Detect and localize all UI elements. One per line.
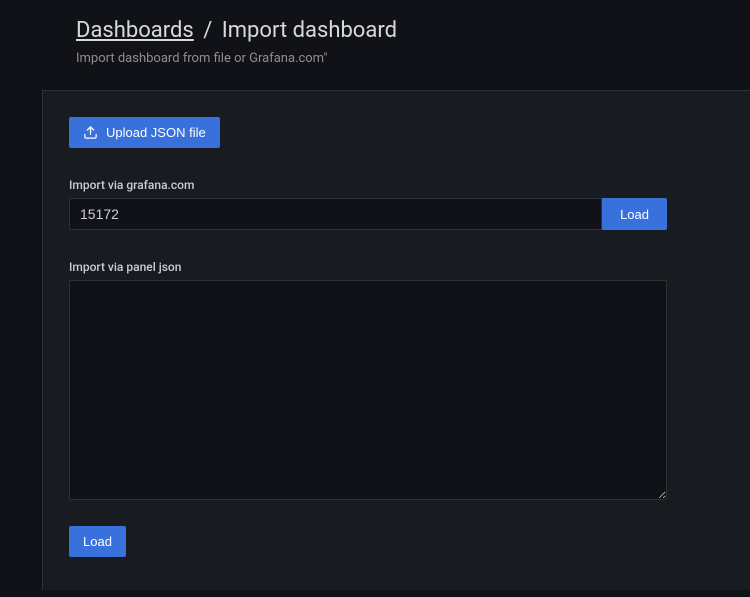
- breadcrumb-current: Import dashboard: [222, 18, 397, 43]
- json-import-label: Import via panel json: [69, 260, 724, 274]
- grafana-load-button[interactable]: Load: [602, 198, 667, 230]
- grafana-import-group: Import via grafana.com Load: [69, 178, 724, 230]
- page-subtitle: Import dashboard from file or Grafana.co…: [76, 51, 750, 66]
- upload-icon: [83, 125, 98, 140]
- upload-json-button[interactable]: Upload JSON file: [69, 117, 220, 148]
- page-header: Dashboards / Import dashboard Import das…: [0, 0, 750, 66]
- grafana-id-input[interactable]: [69, 198, 602, 230]
- breadcrumb-dashboards-link[interactable]: Dashboards: [76, 18, 194, 43]
- panel-json-textarea[interactable]: [69, 280, 667, 500]
- breadcrumb-separator: /: [199, 18, 216, 43]
- breadcrumb: Dashboards / Import dashboard: [76, 18, 750, 43]
- grafana-import-label: Import via grafana.com: [69, 178, 724, 192]
- json-load-button[interactable]: Load: [69, 526, 126, 557]
- upload-json-label: Upload JSON file: [106, 125, 206, 140]
- import-panel: Upload JSON file Import via grafana.com …: [42, 90, 750, 590]
- grafana-import-row: Load: [69, 198, 667, 230]
- json-import-group: Import via panel json: [69, 260, 724, 504]
